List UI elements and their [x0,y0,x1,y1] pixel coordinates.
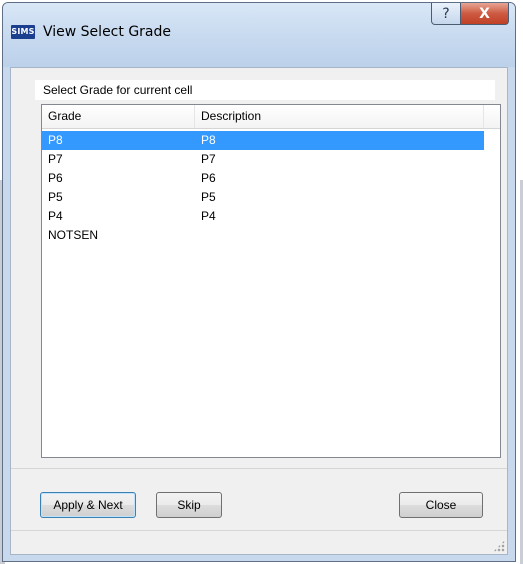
window-title: View Select Grade [43,24,171,40]
list-body: P8 P8 P7 P7 P6 P6 P5 P5 P4 P4 NOTSEN [42,131,500,245]
grade-cell: P7 [48,152,63,166]
table-row[interactable]: P8 P8 [42,131,484,150]
sims-app-icon: SIMS [11,25,35,39]
list-header: Grade Description [42,105,500,129]
table-row[interactable]: P5 P5 [42,188,500,207]
prompt-label: Select Grade for current cell [35,80,495,100]
description-cell: P7 [201,152,216,166]
grade-cell: P5 [48,190,63,204]
dialog-client-area: Select Grade for current cell Grade Desc… [10,67,508,555]
title-bar[interactable]: SIMS View Select Grade ? X [3,3,515,67]
help-button[interactable]: ? [431,3,461,25]
description-cell: P4 [201,209,216,223]
skip-button[interactable]: Skip [156,492,222,518]
footer-divider [11,468,507,469]
grade-cell: NOTSEN [48,228,99,242]
table-row[interactable]: P4 P4 [42,207,500,226]
description-cell: P6 [201,171,216,185]
grade-list[interactable]: Grade Description P8 P8 P7 P7 P6 P6 P5 P… [41,104,501,458]
table-row[interactable]: P6 P6 [42,169,500,188]
table-row[interactable]: NOTSEN [42,226,500,245]
caption-buttons: ? X [431,3,509,25]
grade-cell: P8 [48,133,63,147]
help-icon: ? [442,5,450,22]
close-icon: X [479,5,490,22]
description-cell: P8 [201,133,216,147]
window-close-button[interactable]: X [461,3,509,25]
column-header-grade[interactable]: Grade [42,105,195,128]
table-row[interactable]: P7 P7 [42,150,500,169]
apply-next-button[interactable]: Apply & Next [40,492,136,518]
grade-cell: P6 [48,171,63,185]
grade-cell: P4 [48,209,63,223]
column-header-filler [484,105,500,128]
close-button[interactable]: Close [399,492,483,518]
status-bar [11,530,507,554]
resize-grip-icon[interactable] [493,540,505,552]
view-select-grade-dialog: SIMS View Select Grade ? X Select Grade … [2,2,516,562]
description-cell: P5 [201,190,216,204]
column-header-description[interactable]: Description [195,105,484,128]
